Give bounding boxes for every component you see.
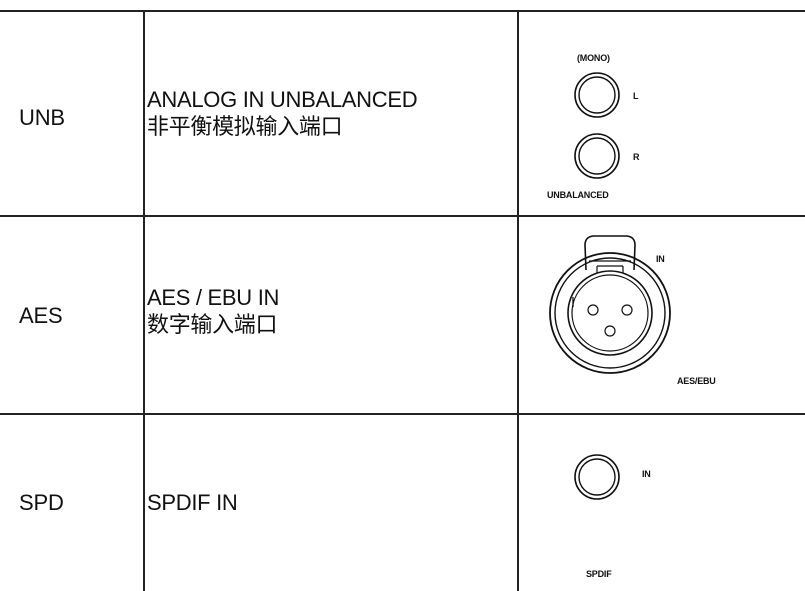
- table-top-border: [0, 10, 805, 12]
- row-code: UNB: [19, 105, 65, 130]
- right-channel-label: R: [633, 152, 640, 162]
- column-divider: [143, 11, 145, 591]
- description-line: SPDIF IN: [147, 490, 238, 515]
- row-code: SPD: [19, 490, 64, 515]
- description-line: 数字输入端口: [147, 312, 278, 337]
- in-label: IN: [656, 254, 665, 264]
- row-divider: [0, 215, 805, 217]
- rca-jack-icon: [574, 454, 620, 500]
- unbalanced-label: UNBALANCED: [547, 190, 609, 200]
- aes-ebu-label: AES/EBU: [677, 376, 716, 386]
- rca-jack-icon: [574, 72, 620, 118]
- spdif-label: SPDIF: [586, 569, 612, 579]
- mono-label: (MONO): [577, 53, 610, 63]
- description-line: ANALOG IN UNBALANCED: [147, 87, 418, 112]
- description-line: AES / EBU IN: [147, 285, 280, 310]
- row-description: ANALOG IN UNBALANCED 非平衡模拟输入端口: [147, 86, 418, 140]
- xlr-connector-icon: [549, 235, 671, 374]
- rca-jack-icon: [574, 133, 620, 179]
- row-code: AES: [19, 303, 63, 328]
- description-line: 非平衡模拟输入端口: [147, 114, 343, 139]
- row-description: AES / EBU IN 数字输入端口: [147, 284, 279, 338]
- left-channel-label: L: [633, 91, 639, 101]
- connector-table: UNB ANALOG IN UNBALANCED 非平衡模拟输入端口 (MONO…: [0, 0, 805, 591]
- column-divider: [517, 11, 519, 591]
- in-label: IN: [642, 469, 651, 479]
- row-divider: [0, 413, 805, 415]
- row-description: SPDIF IN: [147, 489, 238, 516]
